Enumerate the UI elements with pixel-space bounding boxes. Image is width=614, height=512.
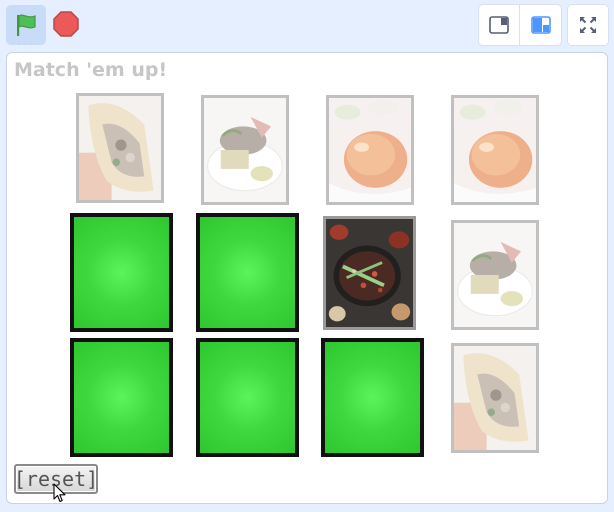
roast-duck-photo xyxy=(454,98,536,202)
card-hidden[interactable] xyxy=(321,338,424,457)
stage-canvas[interactable]: Match 'em up! [reset] xyxy=(6,52,608,504)
card-roast-duck[interactable] xyxy=(451,95,539,205)
small-stage-button[interactable] xyxy=(478,4,520,46)
fullscreen-icon xyxy=(580,17,596,33)
hotpot-photo xyxy=(326,219,413,327)
card-roast-duck[interactable] xyxy=(326,95,414,205)
fullscreen-button[interactable] xyxy=(567,4,609,46)
stage-toolbar xyxy=(0,0,614,50)
taco-photo xyxy=(79,96,161,200)
taco-photo xyxy=(454,346,536,450)
card-hidden[interactable] xyxy=(70,213,173,332)
small-stage-layout-icon xyxy=(489,16,509,34)
card-hotpot[interactable] xyxy=(323,216,416,330)
card-taco[interactable] xyxy=(451,343,539,453)
fish-plate-photo xyxy=(204,98,286,202)
green-flag-icon xyxy=(17,14,36,36)
large-stage-layout-icon xyxy=(530,16,551,34)
stop-button[interactable] xyxy=(50,8,82,40)
fish-plate-photo xyxy=(454,223,536,327)
card-taco[interactable] xyxy=(76,93,164,203)
card-hidden[interactable] xyxy=(70,338,173,457)
card-fish-plate[interactable] xyxy=(451,220,539,330)
stop-sign-icon xyxy=(53,11,79,37)
card-hidden[interactable] xyxy=(196,213,299,332)
green-flag-button[interactable] xyxy=(6,5,46,45)
game-title: Match 'em up! xyxy=(14,59,168,81)
mouse-cursor-icon xyxy=(53,483,66,503)
large-stage-button[interactable] xyxy=(519,4,562,46)
roast-duck-photo xyxy=(329,98,411,202)
card-fish-plate[interactable] xyxy=(201,95,289,205)
card-hidden[interactable] xyxy=(196,338,299,457)
